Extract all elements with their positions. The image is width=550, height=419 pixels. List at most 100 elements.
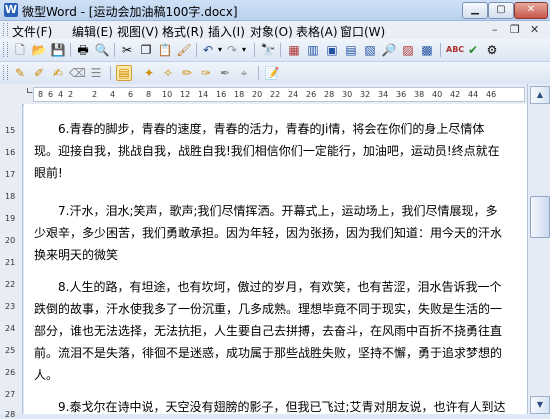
table-icon[interactable]: ▦: [286, 42, 302, 58]
vruler-number: 24: [5, 324, 16, 333]
maximize-button[interactable]: ▢: [488, 2, 514, 19]
vruler-number: 19: [5, 214, 16, 223]
vruler-number: 26: [5, 368, 16, 377]
title-bar: W 微型Word - [运动会加油稿100字.docx] ▁ ▢ ✕: [0, 0, 550, 21]
brush-icon[interactable]: ✒: [217, 65, 233, 81]
image-icon[interactable]: ▣: [324, 42, 340, 58]
menu-file[interactable]: 文件(F): [12, 23, 52, 40]
menu-window[interactable]: 窗口(W): [340, 23, 385, 40]
spellcheck-icon[interactable]: ABC: [446, 42, 464, 58]
ruler-number: 16: [216, 90, 227, 99]
menu-object[interactable]: 对象(O): [250, 23, 293, 40]
copy-icon[interactable]: ❐: [138, 42, 154, 58]
vruler-number: 17: [5, 170, 16, 179]
chevron-down-icon[interactable]: ▾: [236, 42, 252, 58]
vruler-number: 18: [5, 192, 16, 201]
open-folder-icon[interactable]: 📂: [31, 42, 47, 58]
vruler-number: 22: [5, 280, 16, 289]
paste-icon[interactable]: 📋: [157, 42, 173, 58]
paragraph-7[interactable]: 7.汗水，泪水;笑声，歌声;我们尽情挥洒。开幕式上，运动场上，我们尽情展现，多少…: [34, 200, 508, 266]
ruler-number: 12: [180, 90, 191, 99]
document-page[interactable]: 6.青春的脚步，青春的速度，青春的活力，青春的Ji情，将会在你们的身上尽情体现。…: [24, 104, 527, 414]
menu-format[interactable]: 格式(R): [162, 23, 204, 40]
ruler-number: 34: [378, 90, 389, 99]
properties-icon[interactable]: ☰: [88, 65, 104, 81]
insert-object-icon[interactable]: ▤: [343, 42, 359, 58]
scroll-thumb[interactable]: [530, 196, 550, 238]
scroll-up-button[interactable]: ▲: [530, 86, 550, 104]
tools-icon[interactable]: ⚙: [484, 42, 500, 58]
find-icon[interactable]: 🔭: [260, 42, 276, 58]
ruler-number: 14: [198, 90, 209, 99]
doc-close-icon[interactable]: ✕: [530, 23, 539, 36]
word-app-icon[interactable]: W: [4, 3, 18, 17]
paragraph-9[interactable]: 9.泰戈尔在诗中说，天空没有翅膀的影子，但我已飞过;艾青对朋友说，也许有人到达: [34, 396, 508, 414]
menu-table[interactable]: 表格(A): [296, 23, 338, 40]
doc-restore-icon[interactable]: ❐: [510, 23, 520, 36]
menubar-grip[interactable]: [3, 23, 8, 36]
zoom-icon[interactable]: 🔎: [381, 42, 397, 58]
marker-icon[interactable]: ✧: [160, 65, 176, 81]
check-icon[interactable]: ✔: [465, 42, 481, 58]
ruler-number: 8: [146, 90, 152, 99]
toolbar-grip[interactable]: [3, 65, 8, 80]
standard-toolbar: 🗋 📂 💾 🖶 🔍 ✂ ❐ 📋 🖌 ↶ ▾ ↷ ▾ 🔭 ▦ ▥ ▣ ▤ ▧ 🔎 …: [0, 39, 550, 62]
shape-icon[interactable]: ▨: [400, 42, 416, 58]
chart-icon[interactable]: ▧: [362, 42, 378, 58]
edit-doc-icon[interactable]: 📝: [264, 65, 280, 81]
close-icon: ✕: [526, 4, 536, 15]
ruler-number: 20: [252, 90, 263, 99]
ruler-number: 2: [92, 90, 98, 99]
doc-minimize-icon[interactable]: –: [492, 23, 498, 36]
minimize-button[interactable]: ▁: [462, 2, 488, 19]
vertical-scrollbar[interactable]: ▲ ▼: [527, 84, 550, 414]
vruler-number: 25: [5, 346, 16, 355]
ruler-number: 8: [38, 90, 44, 99]
ruler-number: 24: [288, 90, 299, 99]
tag-icon[interactable]: ⌖: [236, 65, 252, 81]
highlight-icon[interactable]: ✦: [141, 65, 157, 81]
print-icon[interactable]: 🖶: [75, 42, 91, 58]
chevron-down-icon: ▼: [536, 400, 544, 409]
paragraph-6[interactable]: 6.青春的脚步，青春的速度，青春的活力，青春的Ji情，将会在你们的身上尽情体现。…: [34, 118, 508, 184]
ruler-number: 2: [68, 90, 74, 99]
format-painter-icon[interactable]: 🖌: [176, 42, 192, 58]
minimize-icon: ▁: [471, 4, 479, 15]
vruler-number: 27: [5, 390, 16, 399]
ruler-number: 42: [450, 90, 461, 99]
new-document-icon[interactable]: 🗋: [12, 42, 28, 58]
delete-field-icon[interactable]: ⌫: [69, 65, 86, 81]
pencil-icon[interactable]: ✏: [179, 65, 195, 81]
columns-icon[interactable]: ▥: [305, 42, 321, 58]
frame-icon[interactable]: ▩: [419, 42, 435, 58]
insert-field-icon[interactable]: ✍: [50, 65, 66, 81]
ruler-number: 10: [162, 90, 173, 99]
ruler-number: 32: [360, 90, 371, 99]
eraser-icon[interactable]: ✑: [198, 65, 214, 81]
ruler-number: 30: [342, 90, 353, 99]
save-icon[interactable]: 💾: [50, 42, 66, 58]
menu-edit[interactable]: 编辑(E): [72, 23, 113, 40]
edit-style-icon[interactable]: ✐: [31, 65, 47, 81]
vruler-number: 15: [5, 126, 16, 135]
chevron-up-icon: ▲: [536, 90, 544, 99]
vruler-number: 21: [5, 258, 16, 267]
close-button[interactable]: ✕: [514, 2, 548, 19]
vruler-number: 23: [5, 302, 16, 311]
scroll-down-button[interactable]: ▼: [530, 396, 550, 414]
vertical-ruler[interactable]: 15 16 17 18 19 20 21 22 23 24 25 26 27 2…: [0, 104, 23, 419]
formatting-toolbar: ✎ ✐ ✍ ⌫ ☰ ▤ ✦ ✧ ✏ ✑ ✒ ⌖ 📝: [0, 62, 550, 85]
horizontal-ruler[interactable]: ∟ 8 6 4 2 2 4 6 8 10 12 14 16 18 20 22 2…: [0, 84, 527, 105]
ruler-number: 44: [468, 90, 479, 99]
menu-view[interactable]: 视图(V): [117, 23, 159, 40]
ruler-number: 4: [58, 90, 64, 99]
print-preview-icon[interactable]: 🔍: [94, 42, 110, 58]
vruler-number: 20: [5, 236, 16, 245]
menu-insert[interactable]: 插入(I): [208, 23, 245, 40]
toolbar-grip[interactable]: [3, 42, 8, 57]
vruler-number: 28: [5, 410, 16, 419]
new-style-icon[interactable]: ✎: [12, 65, 28, 81]
cut-icon[interactable]: ✂: [119, 42, 135, 58]
paragraph-8[interactable]: 8.人生的路，有坦途，也有坎坷，傲过的岁月，有欢笑，也有苦涩，泪水告诉我一个跌倒…: [34, 276, 508, 386]
paste-format-icon[interactable]: ▤: [116, 65, 132, 81]
